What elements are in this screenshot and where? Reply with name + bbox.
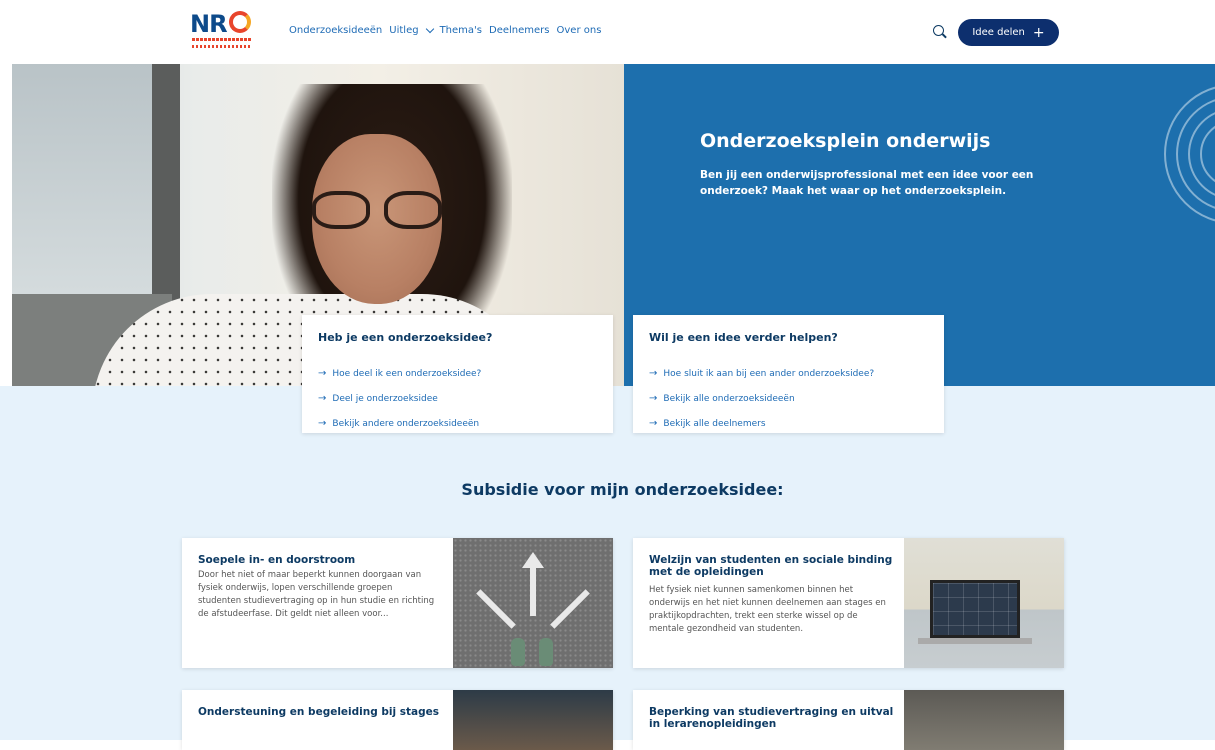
- hero-title: Onderzoeksplein onderwijs: [700, 130, 991, 152]
- chevron-down-icon: [425, 24, 434, 34]
- link-alle-deelnemers[interactable]: → Bekijk alle deelnemers: [649, 411, 874, 436]
- subsidy-card-title: Ondersteuning en begeleiding bij stages: [198, 706, 440, 718]
- logo-text: NR: [190, 10, 228, 38]
- photo-laptop-base: [918, 638, 1032, 644]
- link-label: Bekijk alle deelnemers: [663, 418, 766, 429]
- link-label: Hoe deel ik een onderzoeksidee?: [332, 368, 482, 379]
- link-alle-ideeen[interactable]: → Bekijk alle onderzoeksideeën: [649, 386, 874, 411]
- plus-icon: +: [1032, 24, 1045, 41]
- people-photo: [453, 690, 613, 750]
- nav-over-ons[interactable]: Over ons: [557, 25, 602, 36]
- photo-glasses: [312, 191, 444, 231]
- arrow-right-icon: →: [318, 393, 327, 404]
- photo-shoe-right: [539, 638, 553, 666]
- arrow-right-icon: →: [649, 418, 658, 429]
- subsidy-card-text: Het fysiek niet kunnen samenkomen binnen…: [649, 585, 886, 634]
- subsidy-card-title: Welzijn van studenten en sociale binding…: [649, 554, 893, 578]
- logo-ring-icon: [229, 11, 251, 33]
- site-header: NR Onderzoeksideeën Uitleg Thema's Deeln…: [0, 0, 1215, 64]
- help-card: Wil je een idee verder helpen? → Hoe slui…: [633, 315, 944, 433]
- nav-onderzoeksideeen[interactable]: Onderzoeksideeën: [289, 25, 382, 36]
- photo-shoe-left: [511, 638, 525, 666]
- room-photo: [904, 690, 1064, 750]
- logo-stripe-2: [192, 45, 252, 48]
- main-nav: Onderzoeksideeën Uitleg Thema's Deelneme…: [289, 24, 602, 36]
- nav-deelnemers[interactable]: Deelnemers: [489, 25, 550, 36]
- subsidy-card[interactable]: Ondersteuning en begeleiding bij stages: [182, 690, 613, 750]
- subsidy-title: Subsidie voor mijn onderzoeksidee:: [461, 480, 784, 499]
- hero-intro: Ben jij een onderwijsprofessional met ee…: [700, 169, 1034, 197]
- link-hoe-sluit-ik-aan[interactable]: → Hoe sluit ik aan bij een ander onderzoe…: [649, 361, 874, 386]
- glasses-lens-left: [312, 191, 370, 229]
- photo-laptop-screen: [930, 580, 1020, 638]
- photo-arrow-tip: [522, 552, 544, 568]
- arrows-photo: [453, 538, 613, 668]
- subsidy-card-title: Beperking van studievertraging en uitval…: [649, 706, 894, 730]
- link-label: Bekijk andere onderzoeksideeën: [332, 418, 480, 429]
- nav-uitleg[interactable]: Uitleg: [389, 24, 434, 36]
- idea-card: Heb je een onderzoeksidee? → Hoe deel ik …: [302, 315, 613, 433]
- help-card-title: Wil je een idee verder helpen?: [649, 331, 838, 344]
- help-card-links: → Hoe sluit ik aan bij een ander onderzoe…: [649, 361, 874, 436]
- search-icon[interactable]: [933, 25, 944, 36]
- photo-arrow-up: [530, 566, 536, 616]
- link-hoe-deel-ik[interactable]: → Hoe deel ik een onderzoeksidee?: [318, 361, 481, 386]
- idea-card-title: Heb je een onderzoeksidee?: [318, 331, 493, 344]
- photo-arrow-left: [476, 589, 516, 629]
- link-bekijk-andere[interactable]: → Bekijk andere onderzoeksideeën: [318, 411, 481, 436]
- idea-card-links: → Hoe deel ik een onderzoeksidee? → Deel j…: [318, 361, 481, 436]
- idee-delen-button[interactable]: Idee delen +: [958, 19, 1059, 46]
- logo-stripe: [192, 38, 252, 41]
- nav-uitleg-label: Uitleg: [389, 25, 419, 36]
- link-deel-je-idee[interactable]: → Deel je onderzoeksidee: [318, 386, 481, 411]
- arrow-right-icon: →: [318, 418, 327, 429]
- arrow-right-icon: →: [649, 368, 658, 379]
- nav-themas[interactable]: Thema's: [440, 25, 482, 36]
- link-label: Deel je onderzoeksidee: [332, 393, 438, 404]
- arrow-right-icon: →: [649, 393, 658, 404]
- subsidy-card[interactable]: Beperking van studievertraging en uitval…: [633, 690, 1064, 750]
- photo-arrow-right: [550, 589, 590, 629]
- laptop-photo: [904, 538, 1064, 668]
- idee-delen-label: Idee delen: [972, 27, 1025, 38]
- subsidy-card[interactable]: Welzijn van studenten en sociale binding…: [633, 538, 1064, 668]
- subsidy-card[interactable]: Soepele in- en doorstroom Door het niet …: [182, 538, 613, 668]
- arrow-right-icon: →: [318, 368, 327, 379]
- nro-logo[interactable]: NR: [190, 10, 256, 54]
- link-label: Hoe sluit ik aan bij een ander onderzoek…: [663, 368, 875, 379]
- subsidy-card-text: Door het niet of maar beperkt kunnen doo…: [198, 570, 435, 619]
- glasses-lens-right: [384, 191, 442, 229]
- link-label: Bekijk alle onderzoeksideeën: [663, 393, 795, 404]
- subsidy-card-title: Soepele in- en doorstroom: [198, 554, 356, 566]
